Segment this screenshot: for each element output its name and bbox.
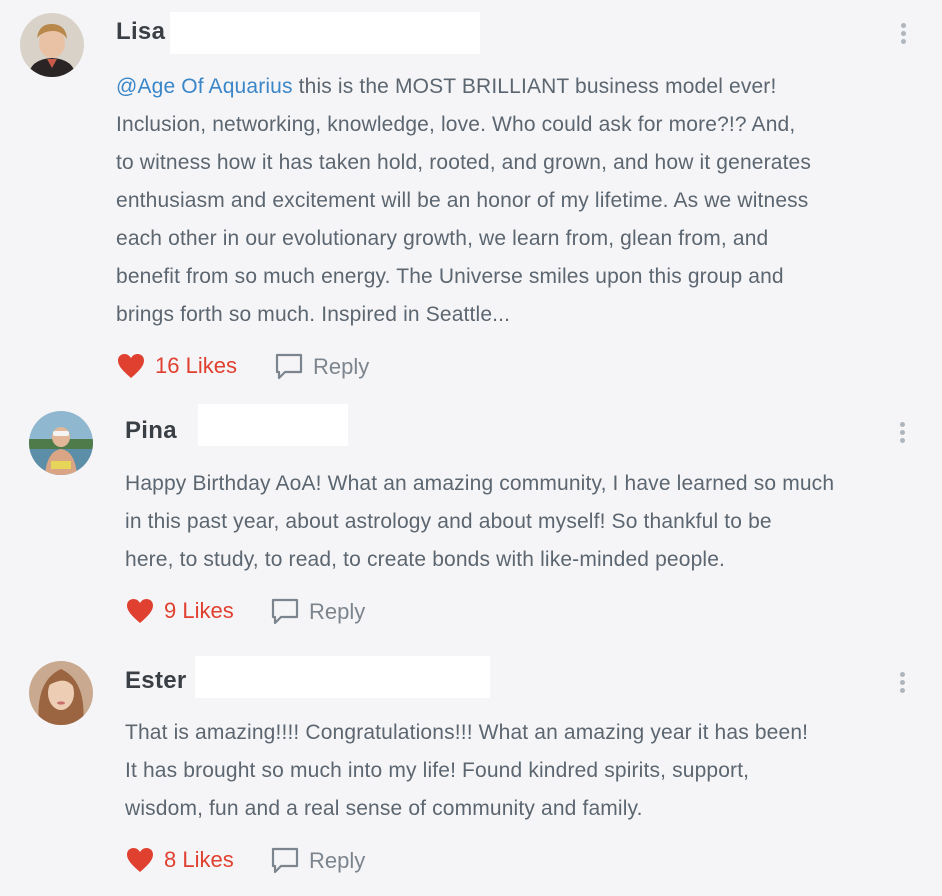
redacted-surname [195,656,490,698]
reply-button[interactable]: Reply [275,353,369,381]
comment-icon [275,353,303,380]
comment-line: here, to study, to read, to create bonds… [125,548,726,571]
comment-lisa: Lisa @Age Of Aquarius this is the MOST B… [0,0,942,395]
like-count: 8 Likes [164,847,234,872]
comment-body: That is amazing!!!! Congratulations!!! W… [125,714,808,828]
comment-line: @Age Of Aquarius this is the MOST BRILLI… [116,75,777,98]
like-button[interactable]: 8 Likes [126,847,234,873]
reply-button[interactable]: Reply [271,598,365,626]
reply-button[interactable]: Reply [271,847,365,875]
comment-icon [271,847,299,874]
author-name[interactable]: Lisa [116,18,165,46]
avatar[interactable] [29,661,93,725]
comment-line: That is amazing!!!! Congratulations!!! W… [125,721,809,744]
heart-icon [118,354,144,378]
comment-ester: Ester That is amazing!!!! Congratulation… [0,650,942,896]
like-count: 16 Likes [155,353,237,378]
comment-body: Happy Birthday AoA! What an amazing comm… [125,465,834,579]
more-options-icon[interactable] [893,669,913,697]
more-options-icon[interactable] [894,20,914,48]
heart-icon [127,848,153,872]
like-count: 9 Likes [164,598,234,623]
comment-icon [271,598,299,625]
author-name[interactable]: Pina [125,417,177,445]
reply-label: Reply [309,848,366,873]
like-button[interactable]: 9 Likes [126,598,234,624]
comment-line: Inclusion, networking, knowledge, love. … [116,113,796,136]
comment-line: wisdom, fun and a real sense of communit… [125,797,643,820]
avatar[interactable] [20,13,84,77]
mention-link[interactable]: @Age Of Aquarius [116,75,293,98]
more-options-icon[interactable] [893,419,913,447]
comment-line: in this past year, about astrology and a… [125,510,772,533]
redacted-surname [170,12,480,54]
comment-body: @Age Of Aquarius this is the MOST BRILLI… [116,68,811,334]
heart-icon [127,599,153,623]
redacted-surname [198,404,348,446]
comment-pina: Pina Happy Birthday AoA! What an amazing… [0,400,942,645]
avatar[interactable] [29,411,93,475]
author-name[interactable]: Ester [125,667,187,695]
comment-line: to witness how it has taken hold, rooted… [116,151,812,174]
comment-line: enthusiasm and excitement will be an hon… [116,189,809,212]
comment-line: Happy Birthday AoA! What an amazing comm… [125,472,835,495]
comment-line: brings forth so much. Inspired in Seattl… [116,303,511,326]
comment-line: It has brought so much into my life! Fou… [125,759,750,782]
comment-line: each other in our evolutionary growth, w… [116,227,769,250]
reply-label: Reply [309,599,366,624]
comment-line: benefit from so much energy. The Univers… [116,265,784,288]
reply-label: Reply [313,354,370,379]
like-button[interactable]: 16 Likes [117,353,237,379]
